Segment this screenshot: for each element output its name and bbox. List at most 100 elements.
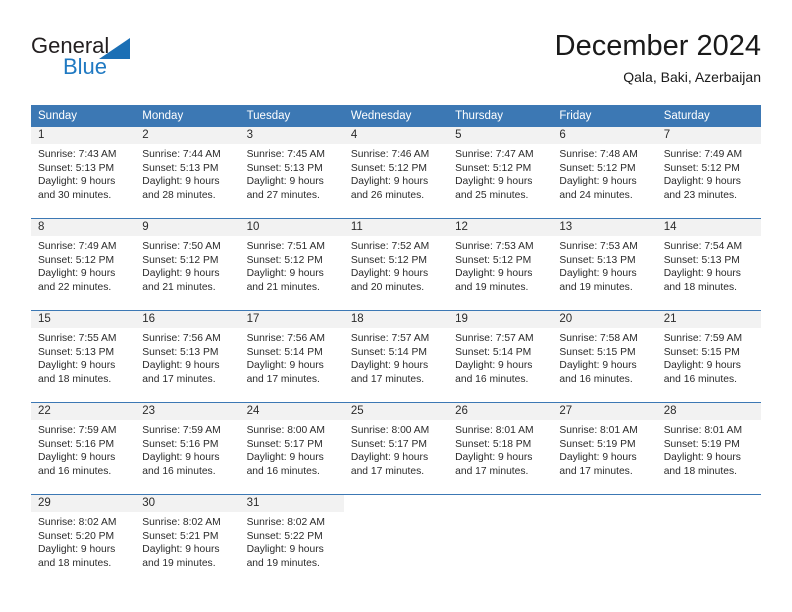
calendar-day-cell[interactable]: 25 Sunrise: 8:00 AM Sunset: 5:17 PM Dayligh… [343, 403, 449, 495]
daylight-duration-line1: Daylight: 9 hours [559, 360, 637, 372]
day-cell-inner: 16 Sunrise: 7:56 AM Sunset: 5:13 PM Dayligh… [135, 311, 240, 402]
sunset-time: Sunset: 5:13 PM [38, 162, 115, 174]
calendar-header-row: Sunday Monday Tuesday Wednesday Thursday… [31, 105, 761, 127]
sunrise-time: Sunrise: 7:59 AM [38, 425, 117, 436]
calendar-day-cell[interactable]: 10 Sunrise: 7:51 AM Sunset: 5:12 PM Dayligh… [239, 219, 344, 311]
day-number: 14 [656, 219, 761, 236]
day-number [448, 495, 552, 512]
day-details: Sunrise: 8:01 AM Sunset: 5:19 PM Daylight:… [657, 420, 761, 479]
day-cell-inner: 12 Sunrise: 7:53 AM Sunset: 5:12 PM Dayligh… [448, 219, 553, 310]
calendar-day-cell[interactable]: 19 Sunrise: 7:57 AM Sunset: 5:14 PM Dayligh… [448, 311, 553, 403]
sunset-time: Sunset: 5:16 PM [38, 438, 115, 450]
calendar-day-cell[interactable]: 28 Sunrise: 8:01 AM Sunset: 5:19 PM Dayligh… [656, 403, 761, 495]
day-cell-inner: 30 Sunrise: 8:02 AM Sunset: 5:21 PM Dayligh… [135, 495, 240, 586]
day-details: Sunrise: 7:51 AM Sunset: 5:12 PM Daylight:… [240, 236, 344, 295]
day-cell-inner: 15 Sunrise: 7:55 AM Sunset: 5:13 PM Dayligh… [31, 311, 136, 402]
sunset-time: Sunset: 5:13 PM [246, 162, 323, 174]
daylight-duration-line1: Daylight: 9 hours [38, 176, 116, 188]
calendar-day-cell[interactable]: 8 Sunrise: 7:49 AM Sunset: 5:12 PM Daylight… [31, 219, 136, 311]
day-cell-inner: 11 Sunrise: 7:52 AM Sunset: 5:12 PM Dayligh… [343, 219, 449, 310]
day-cell-inner: 26 Sunrise: 8:01 AM Sunset: 5:18 PM Dayligh… [448, 403, 553, 494]
day-number: 20 [552, 311, 657, 328]
daylight-duration-line1: Daylight: 9 hours [350, 452, 429, 464]
day-details: Sunrise: 7:59 AM Sunset: 5:16 PM Daylight:… [135, 420, 239, 479]
sunrise-time: Sunrise: 7:57 AM [350, 333, 430, 344]
calendar-day-cell[interactable]: 20 Sunrise: 7:58 AM Sunset: 5:15 PM Dayligh… [552, 311, 657, 403]
daylight-duration-line2: and 18 minutes. [38, 374, 112, 386]
sunrise-time: Sunrise: 8:01 AM [559, 425, 638, 436]
calendar-day-cell[interactable]: 27 Sunrise: 8:01 AM Sunset: 5:19 PM Dayligh… [552, 403, 657, 495]
calendar-day-cell[interactable]: 12 Sunrise: 7:53 AM Sunset: 5:12 PM Dayligh… [448, 219, 553, 311]
calendar-day-cell[interactable]: 13 Sunrise: 7:53 AM Sunset: 5:13 PM Dayligh… [552, 219, 657, 311]
day-cell-inner: 2 Sunrise: 7:44 AM Sunset: 5:13 PM Daylight… [135, 127, 240, 218]
sunrise-time: Sunrise: 7:43 AM [38, 149, 117, 160]
calendar-day-cell[interactable]: 5 Sunrise: 7:47 AM Sunset: 5:12 PM Daylight… [448, 127, 553, 219]
daylight-duration-line2: and 18 minutes. [663, 282, 737, 294]
daylight-duration-line2: and 25 minutes. [455, 190, 529, 202]
sunrise-time: Sunrise: 7:49 AM [663, 149, 743, 160]
daylight-duration-line2: and 16 minutes. [455, 374, 529, 386]
sunset-time: Sunset: 5:13 PM [142, 162, 219, 174]
daylight-duration-line2: and 28 minutes. [142, 190, 216, 202]
day-cell-inner: 29 Sunrise: 8:02 AM Sunset: 5:20 PM Dayligh… [31, 495, 136, 586]
general-blue-logo[interactable]: General Blue [31, 28, 166, 84]
daylight-duration-line2: and 17 minutes. [455, 466, 529, 478]
daylight-duration-line2: and 16 minutes. [246, 466, 320, 478]
daylight-duration-line1: Daylight: 9 hours [559, 452, 637, 464]
sunrise-time: Sunrise: 7:57 AM [455, 333, 534, 344]
calendar-day-cell[interactable]: 2 Sunrise: 7:44 AM Sunset: 5:13 PM Daylight… [135, 127, 240, 219]
daylight-duration-line2: and 16 minutes. [38, 466, 112, 478]
calendar-day-cell[interactable]: 23 Sunrise: 7:59 AM Sunset: 5:16 PM Dayligh… [135, 403, 240, 495]
day-number: 28 [656, 403, 761, 420]
day-cell-inner: 23 Sunrise: 7:59 AM Sunset: 5:16 PM Dayligh… [135, 403, 240, 494]
day-number: 24 [239, 403, 344, 420]
calendar-day-cell[interactable]: 4 Sunrise: 7:46 AM Sunset: 5:12 PM Daylight… [343, 127, 449, 219]
day-cell-inner: 17 Sunrise: 7:56 AM Sunset: 5:14 PM Dayligh… [239, 311, 344, 402]
day-number: 3 [239, 127, 344, 144]
calendar-day-cell[interactable]: 18 Sunrise: 7:57 AM Sunset: 5:14 PM Dayligh… [343, 311, 449, 403]
day-cell-inner: 31 Sunrise: 8:02 AM Sunset: 5:22 PM Dayligh… [239, 495, 344, 586]
daylight-duration-line2: and 21 minutes. [246, 282, 320, 294]
day-cell-inner: 6 Sunrise: 7:48 AM Sunset: 5:12 PM Daylight… [552, 127, 657, 218]
sunset-time: Sunset: 5:17 PM [350, 438, 427, 450]
calendar-day-cell[interactable]: 15 Sunrise: 7:55 AM Sunset: 5:13 PM Dayligh… [31, 311, 136, 403]
calendar-day-cell[interactable]: 29 Sunrise: 8:02 AM Sunset: 5:20 PM Dayligh… [31, 495, 136, 587]
sunrise-time: Sunrise: 7:54 AM [663, 241, 743, 252]
calendar-day-cell[interactable]: 31 Sunrise: 8:02 AM Sunset: 5:22 PM Dayligh… [239, 495, 344, 587]
calendar-day-cell[interactable]: 3 Sunrise: 7:45 AM Sunset: 5:13 PM Daylight… [239, 127, 344, 219]
daylight-duration-line1: Daylight: 9 hours [455, 452, 533, 464]
calendar-day-cell[interactable]: 11 Sunrise: 7:52 AM Sunset: 5:12 PM Dayligh… [343, 219, 449, 311]
day-cell-inner: 27 Sunrise: 8:01 AM Sunset: 5:19 PM Dayligh… [552, 403, 657, 494]
day-number: 22 [31, 403, 136, 420]
calendar-day-cell[interactable]: 1 Sunrise: 7:43 AM Sunset: 5:13 PM Daylight… [31, 127, 136, 219]
day-details: Sunrise: 8:00 AM Sunset: 5:17 PM Daylight:… [240, 420, 344, 479]
calendar-day-cell[interactable]: 17 Sunrise: 7:56 AM Sunset: 5:14 PM Dayligh… [239, 311, 344, 403]
calendar-day-cell[interactable]: 22 Sunrise: 7:59 AM Sunset: 5:16 PM Dayligh… [31, 403, 136, 495]
calendar-day-cell[interactable]: 7 Sunrise: 7:49 AM Sunset: 5:12 PM Daylight… [656, 127, 761, 219]
calendar-day-cell[interactable]: 6 Sunrise: 7:48 AM Sunset: 5:12 PM Daylight… [552, 127, 657, 219]
calendar-day-cell[interactable]: 30 Sunrise: 8:02 AM Sunset: 5:21 PM Dayligh… [135, 495, 240, 587]
day-details: Sunrise: 7:45 AM Sunset: 5:13 PM Daylight:… [240, 144, 344, 203]
calendar-day-cell[interactable]: 9 Sunrise: 7:50 AM Sunset: 5:12 PM Daylight… [135, 219, 240, 311]
day-number: 31 [239, 495, 344, 512]
sunrise-sunset-calendar: Sunday Monday Tuesday Wednesday Thursday… [31, 105, 761, 586]
calendar-day-cell[interactable]: 14 Sunrise: 7:54 AM Sunset: 5:13 PM Dayligh… [656, 219, 761, 311]
day-number: 6 [552, 127, 657, 144]
sunset-time: Sunset: 5:12 PM [350, 254, 427, 266]
calendar-page: General Blue December 2024 Qala, Baki, A… [0, 0, 792, 612]
day-details: Sunrise: 7:52 AM Sunset: 5:12 PM Daylight:… [344, 236, 448, 295]
day-details [552, 512, 656, 516]
daylight-duration-line2: and 19 minutes. [455, 282, 529, 294]
day-cell-inner [448, 495, 552, 586]
calendar-day-cell[interactable]: 16 Sunrise: 7:56 AM Sunset: 5:13 PM Dayligh… [135, 311, 240, 403]
calendar-day-cell[interactable]: 21 Sunrise: 7:59 AM Sunset: 5:15 PM Dayligh… [656, 311, 761, 403]
daylight-duration-line1: Daylight: 9 hours [350, 360, 429, 372]
calendar-day-cell[interactable]: 24 Sunrise: 8:00 AM Sunset: 5:17 PM Dayligh… [239, 403, 344, 495]
daylight-duration-line1: Daylight: 9 hours [455, 176, 533, 188]
calendar-week-row: 8 Sunrise: 7:49 AM Sunset: 5:12 PM Daylight… [31, 218, 761, 311]
calendar-week-row: 1 Sunrise: 7:43 AM Sunset: 5:13 PM Daylight… [31, 127, 761, 219]
day-details [344, 512, 448, 516]
day-details [657, 512, 761, 516]
calendar-day-cell[interactable]: 26 Sunrise: 8:01 AM Sunset: 5:18 PM Dayligh… [448, 403, 553, 495]
day-number: 30 [135, 495, 240, 512]
